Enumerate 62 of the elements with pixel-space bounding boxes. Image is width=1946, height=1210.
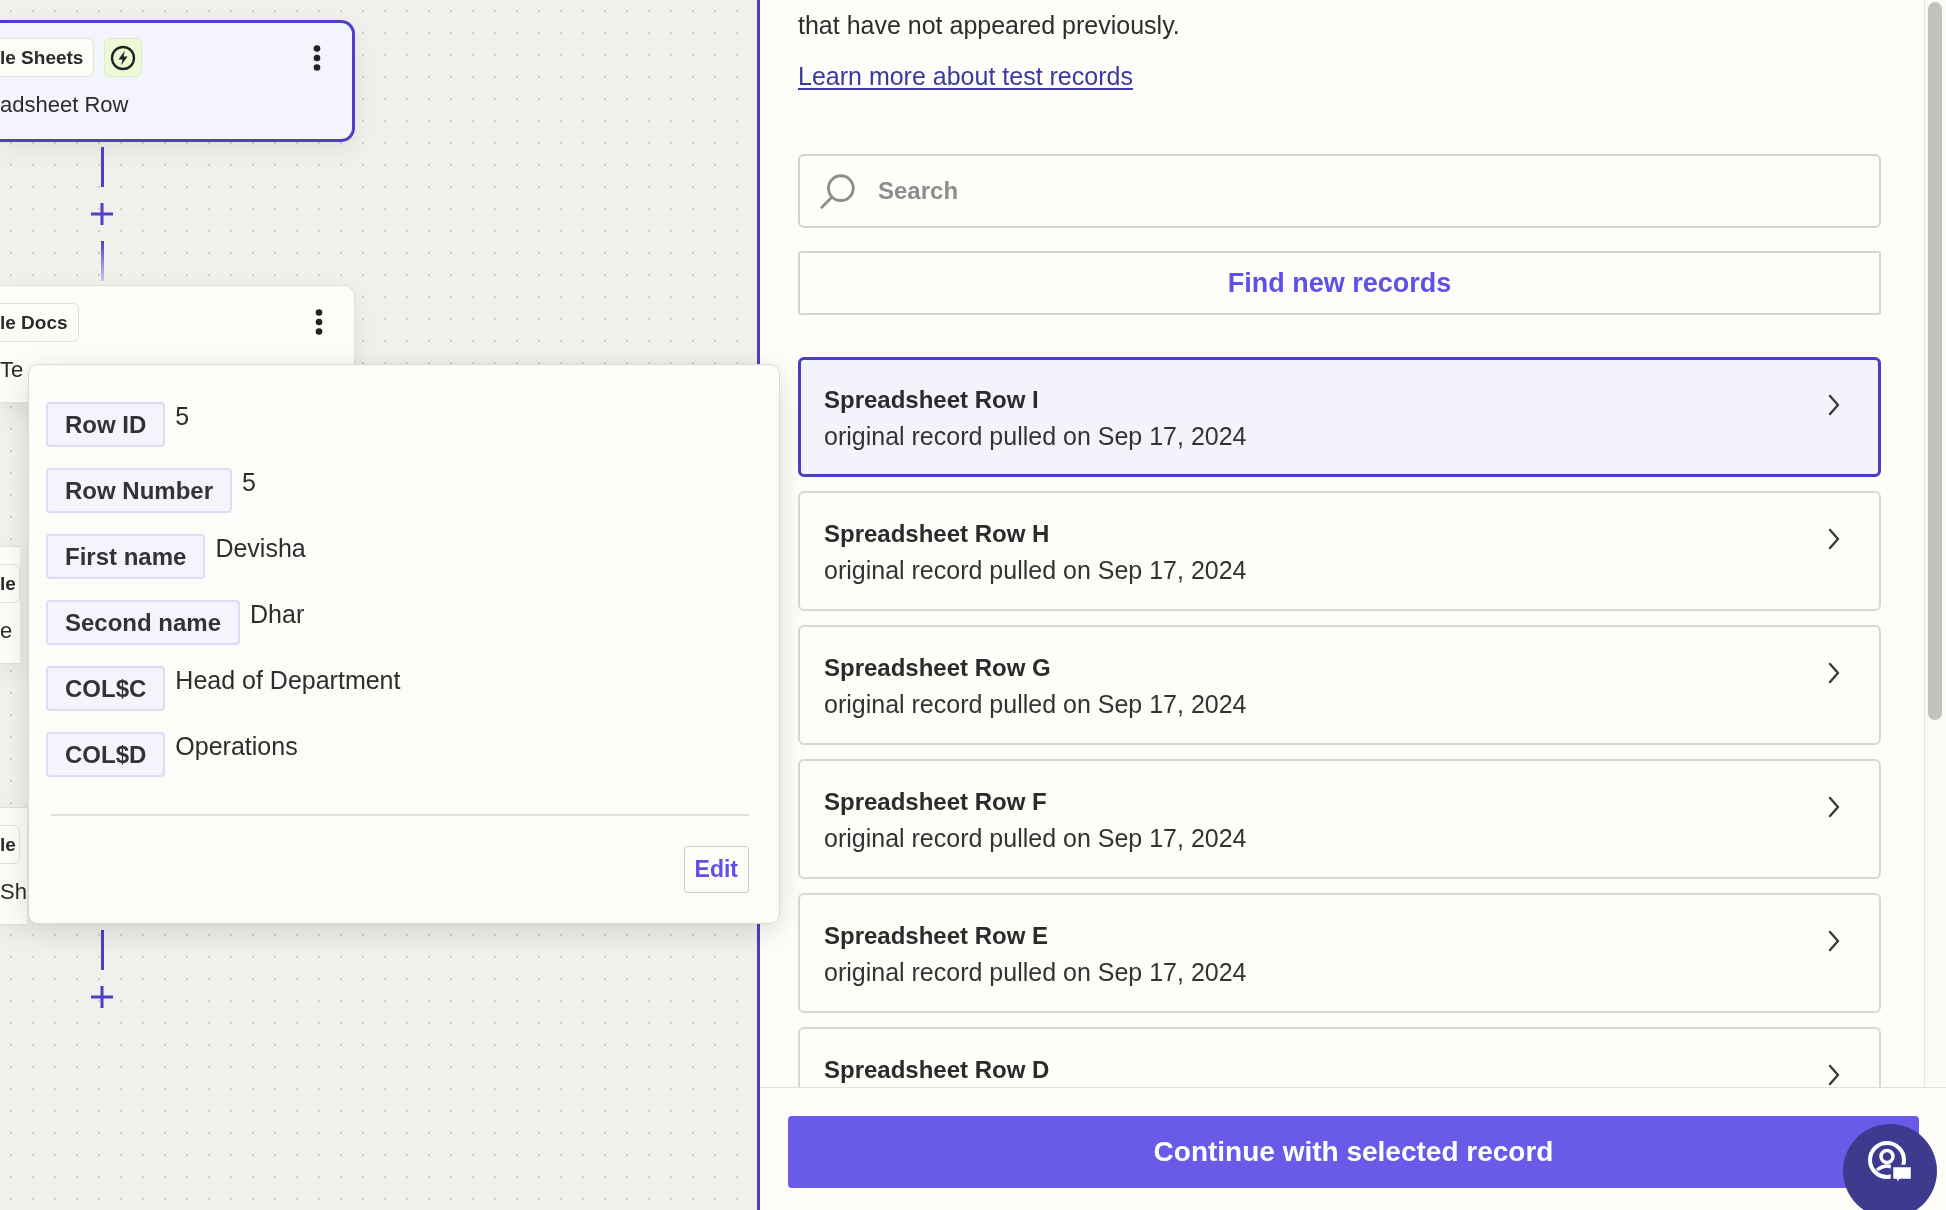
field-label: Row ID [46, 402, 166, 447]
app-tag: le [0, 563, 20, 603]
search-field[interactable]: Search [798, 154, 1881, 228]
record-title: Spreadsheet Row I [824, 385, 1039, 415]
step-title: e [0, 616, 13, 645]
record-title: Spreadsheet Row D [824, 1055, 1050, 1085]
step-title: adsheet Row [0, 91, 129, 119]
lightning-bolt-icon [104, 38, 143, 77]
app-tag: le Docs [0, 302, 79, 342]
chevron-right-icon [1827, 929, 1841, 953]
record-item[interactable]: Spreadsheet Row D [798, 1027, 1881, 1087]
step-title: Te [0, 355, 24, 384]
record-item[interactable]: Spreadsheet Row G original record pulled on Sep 17, 2024 [798, 625, 1881, 745]
field-value: 5 [175, 401, 190, 431]
record-title: Spreadsheet Row G [824, 653, 1051, 683]
vertical-dots-icon[interactable] [315, 309, 323, 335]
field-value: Dhar [250, 599, 305, 629]
record-item[interactable]: Spreadsheet Row E original record pulled on Sep 17, 2024 [798, 893, 1881, 1013]
chevron-right-icon [1827, 527, 1841, 551]
field-label: Second name [46, 600, 241, 645]
step-node[interactable]: le Sh [0, 807, 27, 925]
step-node[interactable]: le Sheets adsheet Row [0, 20, 355, 142]
field-value: Head of Department [175, 665, 401, 695]
intro-text: that have not appeared previously. [798, 10, 1180, 40]
chevron-right-icon [1827, 1063, 1841, 1087]
field-label: COL$C [46, 666, 166, 711]
field-value: 5 [242, 467, 256, 497]
record-title: Spreadsheet Row H [824, 519, 1050, 549]
app-tag: le Sheets [0, 38, 95, 77]
plus-icon[interactable] [90, 985, 114, 1009]
record-subtitle: original record pulled on Sep 17, 2024 [824, 555, 1247, 585]
connector-line [100, 241, 104, 281]
step-title: Sh [0, 877, 27, 906]
learn-more-link[interactable]: Learn more about test records [798, 61, 1133, 91]
scrollbar-thumb[interactable] [1928, 2, 1942, 720]
step-node[interactable]: le e [0, 546, 20, 664]
record-item[interactable]: Spreadsheet Row H original record pulled on Sep 17, 2024 [798, 491, 1881, 611]
field-label: COL$D [46, 732, 166, 777]
connector-line [100, 147, 104, 187]
search-icon [818, 171, 858, 211]
continue-button[interactable]: Continue with selected record [788, 1116, 1919, 1188]
record-subtitle: original record pulled on Sep 17, 2024 [824, 689, 1247, 719]
record-subtitle: original record pulled on Sep 17, 2024 [824, 957, 1247, 987]
connector-line [100, 930, 104, 970]
field-value: Devisha [215, 533, 306, 563]
record-item[interactable]: Spreadsheet Row I original record pulled on Sep 17, 2024 [798, 357, 1881, 477]
chevron-right-icon [1827, 661, 1841, 685]
field-label: Row Number [46, 468, 232, 513]
find-records-button[interactable]: Find new records [798, 251, 1881, 315]
field-label: First name [46, 534, 206, 579]
vertical-dots-icon[interactable] [313, 44, 321, 71]
record-item[interactable]: Spreadsheet Row F original record pulled on Sep 17, 2024 [798, 759, 1881, 879]
record-subtitle: original record pulled on Sep 17, 2024 [824, 823, 1247, 853]
record-title: Spreadsheet Row E [824, 921, 1049, 951]
record-title: Spreadsheet Row F [824, 787, 1047, 817]
edit-button[interactable]: Edit [683, 846, 749, 893]
plus-icon[interactable] [90, 202, 114, 226]
field-value: Operations [175, 731, 298, 761]
chevron-right-icon [1827, 795, 1841, 819]
record-subtitle: original record pulled on Sep 17, 2024 [824, 421, 1247, 451]
chevron-right-icon [1827, 393, 1841, 417]
app-tag: le [0, 824, 20, 864]
